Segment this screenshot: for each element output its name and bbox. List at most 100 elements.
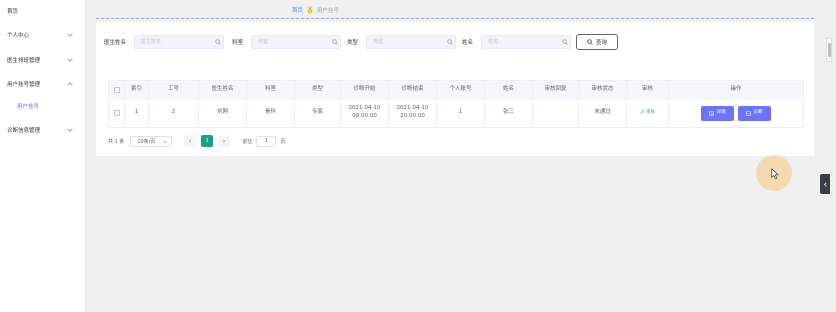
chevron-down-icon: [163, 140, 167, 143]
column-header: 审核状态: [579, 81, 627, 98]
doctor-name-label: 医生姓名: [104, 40, 127, 46]
breadcrumb-current: 用户挂号: [317, 8, 340, 14]
diagnose-button[interactable]: 诊断: [738, 105, 771, 121]
query-button[interactable]: 查询: [576, 34, 618, 50]
page-number-active[interactable]: 1: [201, 135, 214, 147]
cell-status: 未通过: [579, 99, 627, 127]
sidebar-item-label: 医生排班管理: [7, 58, 41, 64]
chevron-down-icon: [67, 58, 73, 62]
start-date: 2021-04-10: [348, 105, 381, 112]
sidebar-item-label: 首页: [7, 9, 19, 15]
cell-start: 2021-04-10 09:00:00: [341, 99, 389, 127]
column-header: 科室: [247, 81, 295, 98]
cell-staff-no: 2: [149, 99, 199, 127]
sidebar-item-label: 诊断信息管理: [7, 128, 41, 134]
pagination: 共 1 条 10条/页 1 前往 页: [108, 135, 285, 147]
search-icon: [447, 39, 453, 45]
cell-end: 2021-04-10 20:00:00: [389, 99, 437, 127]
next-page-button[interactable]: [218, 135, 231, 147]
select-all-cell: [109, 81, 125, 98]
query-button-label: 查询: [595, 40, 607, 46]
cell-reply: [533, 99, 579, 127]
column-header: 审核回复: [533, 81, 579, 98]
chevron-left-icon: [189, 139, 192, 143]
column-header: 操作: [730, 85, 742, 92]
sidebar-item-personal-center[interactable]: 个人中心: [0, 28, 86, 42]
divider: [96, 18, 814, 19]
cell-account: 1: [437, 99, 485, 127]
sidebar-item-home[interactable]: 首页: [0, 4, 86, 18]
registration-table: 索引 工号 医生姓名 科室 类型 诊断开始 诊断结束 个人账号 姓名 审核回复 …: [108, 80, 804, 128]
column-header: 索引: [125, 81, 149, 98]
diagnose-button-label: 诊断: [753, 109, 763, 115]
end-time: 20:00:00: [400, 113, 425, 119]
cell-type: 专家: [295, 99, 341, 127]
scrollbar[interactable]: [826, 38, 832, 62]
select-all-checkbox[interactable]: [113, 86, 120, 93]
column-header: 类型: [295, 81, 341, 98]
mouse-cursor-icon: [771, 168, 779, 180]
row-select-cell: [109, 99, 125, 127]
page-size-value: 10条/页: [137, 138, 156, 145]
cell-department: 骨科: [247, 99, 295, 127]
type-input[interactable]: [366, 35, 456, 49]
search-icon: [332, 39, 338, 45]
chevron-right-icon: [223, 139, 226, 143]
sidebar-item-diagnosis-mgmt[interactable]: 诊断信息管理: [0, 123, 86, 137]
page-suffix: 页: [280, 138, 286, 145]
sidebar-item-label: 用户挂号: [17, 104, 40, 110]
edit-icon: [640, 109, 645, 114]
column-header: 审核: [627, 81, 669, 98]
audit-link-label: 审核: [646, 110, 655, 116]
department-input[interactable]: [251, 35, 341, 49]
detail-button-label: 详情: [716, 109, 726, 115]
cell-doctor: 刘刚: [199, 99, 247, 127]
column-header: 工号: [149, 81, 199, 98]
search-icon: [562, 39, 568, 45]
chevron-down-icon: [67, 128, 73, 132]
row-checkbox[interactable]: [113, 110, 120, 116]
diagnose-icon: [746, 110, 751, 116]
content-panel: 医生姓名 科室 类型 姓名 查询 索引 工号 医生姓名 科室: [96, 22, 814, 156]
table-row: 1 2 刘刚 骨科 专家 2021-04-10 09:00:00 2021-04…: [108, 99, 804, 128]
sidebar-item-registration-mgmt[interactable]: 用户挂号管理: [0, 77, 86, 91]
sidebar: 首页 个人中心 医生排班管理 用户挂号管理 用户挂号 诊断信息管理: [0, 0, 86, 312]
goto-page-input[interactable]: [256, 135, 277, 147]
page-size-select[interactable]: 10条/页: [130, 135, 173, 147]
column-header: 个人账号: [437, 81, 485, 98]
goto-label: 前往: [242, 138, 253, 145]
search-icon: [587, 39, 593, 45]
sidebar-item-label: 个人中心: [7, 33, 30, 39]
sidebar-item-doctor-schedule[interactable]: 医生排班管理: [0, 53, 86, 67]
medal-icon: [307, 6, 313, 14]
type-label: 类型: [347, 40, 359, 46]
detail-button[interactable]: 详情: [701, 105, 734, 121]
department-label: 科室: [232, 40, 244, 46]
chevron-left-icon: [823, 181, 827, 187]
column-header: 诊断开始: [341, 81, 389, 98]
side-panel-toggle[interactable]: [820, 174, 830, 194]
breadcrumb: 首页 用户挂号: [292, 6, 339, 14]
breadcrumb-home[interactable]: 首页: [292, 6, 303, 14]
doctor-name-input[interactable]: [134, 35, 224, 49]
cell-audit: 审核: [627, 99, 669, 127]
detail-icon: [709, 110, 714, 116]
name-label: 姓名: [462, 40, 474, 46]
cell-actions: 详情 诊断: [669, 99, 803, 127]
cell-name: 张三: [485, 99, 533, 127]
end-date: 2021-04-10: [396, 105, 429, 112]
start-time: 09:00:00: [352, 113, 377, 119]
column-header: 诊断结束: [389, 81, 437, 98]
column-header: 医生姓名: [199, 81, 247, 98]
main-content: 首页 用户挂号 医生姓名 科室 类型 姓名 查询: [86, 0, 824, 312]
table-header: 索引 工号 医生姓名 科室 类型 诊断开始 诊断结束 个人账号 姓名 审核回复 …: [108, 80, 804, 99]
sidebar-item-label: 用户挂号管理: [7, 82, 41, 88]
search-bar: 医生姓名 科室 类型 姓名 查询: [96, 34, 814, 51]
audit-link[interactable]: 审核: [640, 109, 655, 117]
name-input[interactable]: [481, 35, 571, 49]
prev-page-button[interactable]: [184, 135, 197, 147]
cell-index: 1: [125, 99, 149, 127]
pagination-total: 共 1 条: [108, 138, 125, 145]
chevron-up-icon: [67, 82, 73, 86]
sidebar-item-user-registration[interactable]: 用户挂号: [0, 99, 86, 113]
